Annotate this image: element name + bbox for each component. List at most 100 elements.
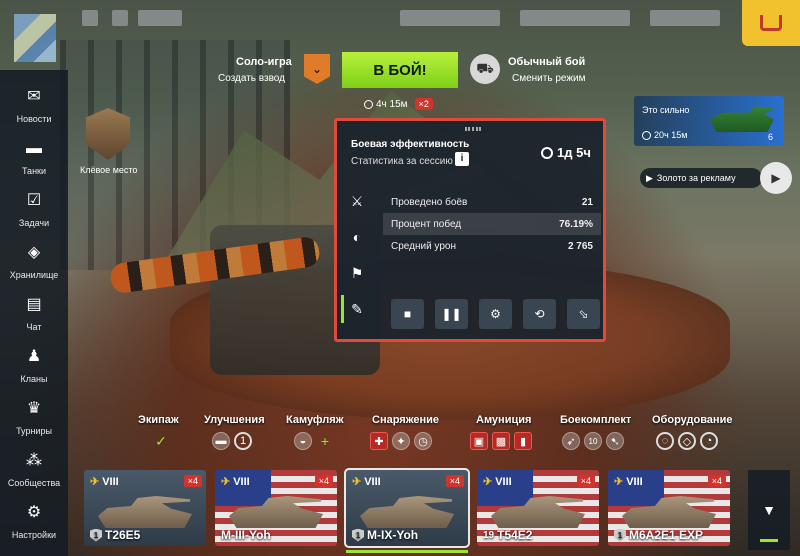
session-duration: 1д 5ч: [541, 145, 591, 160]
chat-icon: ▤: [26, 296, 42, 313]
add-icon[interactable]: +: [316, 432, 334, 450]
he-shell-icon[interactable]: ➷: [606, 432, 624, 450]
avatar-label: Клёвое место: [80, 165, 138, 175]
ammo-label[interactable]: Амуниция: [476, 414, 531, 426]
battle-button[interactable]: В БОЙ!: [342, 52, 458, 88]
shells-label[interactable]: Боекомплект: [560, 414, 631, 426]
blurred-item: [650, 10, 720, 26]
crossed-swords-icon: ⚔: [350, 192, 364, 209]
sidebar-item-news[interactable]: ✉ Новости: [0, 88, 68, 138]
battle-mode-icon[interactable]: ⛟: [470, 54, 500, 84]
tank-tier: ✈ VIII: [90, 475, 119, 489]
repair-kit-icon[interactable]: ✦: [392, 432, 410, 450]
gold-for-ad-button[interactable]: ▶ Золото за рекламу: [640, 168, 762, 188]
panel-tabs: ⚔ ◐ ⚑ ✎: [337, 183, 377, 327]
equipment-slot-icon[interactable]: ◇: [678, 432, 696, 450]
stat-value: 76.19%: [559, 218, 593, 230]
xp-multiplier-badge: ×4: [314, 475, 333, 487]
tank-card-selected[interactable]: ✈ VIII ×4 1 M-IX-Yoh: [344, 468, 470, 548]
blurred-item: [400, 10, 500, 26]
supply-icon[interactable]: ▩: [492, 432, 510, 450]
cart-icon: [760, 15, 782, 31]
crew-label[interactable]: Экипаж: [138, 414, 179, 426]
community-icon: ⁂: [26, 452, 42, 469]
solo-mode-title: Соло-игра: [236, 56, 292, 68]
equipment-label[interactable]: Оборудование: [652, 414, 732, 426]
drag-handle[interactable]: [465, 127, 481, 131]
fuel-icon[interactable]: ▮: [514, 432, 532, 450]
apcr-shell-icon[interactable]: 10: [584, 432, 602, 450]
ammo-box-icon[interactable]: ▣: [470, 432, 488, 450]
sidebar-item-tanks[interactable]: ▬ Танки: [0, 140, 68, 190]
sidebar-item-clans[interactable]: ♟ Кланы: [0, 348, 68, 398]
gear-label[interactable]: Снаряжение: [372, 414, 439, 426]
panel-subtitle: Статистика за сессию: [351, 156, 453, 167]
equipment-slot-icon[interactable]: ◌: [656, 432, 674, 450]
stop-button[interactable]: ■: [391, 299, 424, 329]
battle-mode-title: Обычный бой: [508, 56, 586, 68]
sidebar-item-tasks[interactable]: ☑ Задачи: [0, 192, 68, 242]
equipment-slot-icon[interactable]: ◔: [700, 432, 718, 450]
selected-indicator: [346, 550, 468, 553]
session-stats-panel: Боевая эффективность Статистика за сесси…: [334, 118, 606, 342]
xp-multiplier-badge: ×4: [183, 475, 202, 487]
tank-tier: ✈ VIII: [483, 475, 512, 489]
stat-row: Проведено боёв 21: [383, 191, 601, 213]
tank-tier: ✈ VIII: [221, 475, 250, 489]
watch-ad-button[interactable]: ▶: [760, 162, 792, 194]
tank-card[interactable]: ✈ VIII ×4 19 T54E2: [477, 470, 599, 546]
change-mode-link[interactable]: Сменить режим: [512, 73, 586, 84]
ap-shell-icon[interactable]: ➶: [562, 432, 580, 450]
shell-icons: ➶ 10 ➷: [562, 432, 624, 450]
pause-button[interactable]: ❚❚: [435, 299, 468, 329]
trophy-icon: ♛: [26, 400, 42, 417]
bonus-timer-value: 4ч 15м: [376, 98, 408, 110]
tank-tier: ✈ VIII: [614, 475, 643, 489]
sidebar-item-label: Настройки: [11, 530, 57, 540]
sidebar-item-tournaments[interactable]: ♛ Турниры: [0, 400, 68, 450]
stat-value: 21: [581, 196, 593, 208]
tab-shells[interactable]: ◐: [337, 219, 377, 255]
shop-button[interactable]: [742, 0, 800, 46]
stat-row: Процент побед 76.19%: [383, 213, 601, 235]
upgrades-label[interactable]: Улучшения: [204, 414, 265, 426]
crew-icons: ✓: [152, 432, 170, 450]
mastery-shield-icon: 1: [352, 528, 364, 542]
stat-label: Процент побед: [391, 218, 462, 230]
filter-button[interactable]: ▼: [748, 470, 790, 550]
sidebar-item-settings[interactable]: ⚙ Настройки: [0, 504, 68, 554]
upgrade-level-icon[interactable]: 1: [234, 432, 252, 450]
tank-card[interactable]: ✈ VIII ×4 1 T26E5: [84, 470, 206, 546]
sidebar-item-label: Чат: [26, 322, 42, 332]
tank-image: [98, 496, 192, 528]
camo-label[interactable]: Камуфляж: [286, 414, 344, 426]
create-platoon-link[interactable]: Создать взвод: [218, 73, 285, 84]
tank-card[interactable]: ✈ VIII ×4 M-III-Yoh: [215, 470, 337, 546]
sidebar-item-storage[interactable]: ◈ Хранилище: [0, 244, 68, 294]
settings-button[interactable]: ⚙: [479, 299, 512, 329]
history-button[interactable]: ⟲: [523, 299, 556, 329]
tab-pin[interactable]: ✎: [337, 291, 377, 327]
tank-upgrade-icon[interactable]: ▬: [212, 432, 230, 450]
tank-icon: ▬: [26, 140, 42, 157]
extinguisher-icon[interactable]: ✚: [370, 432, 388, 450]
tab-combat[interactable]: ⚔: [337, 183, 377, 219]
sidebar-item-chat[interactable]: ▤ Чат: [0, 296, 68, 346]
panel-controls: ■ ❚❚ ⚙ ⟲ ⬂: [391, 299, 600, 329]
info-icon[interactable]: i: [455, 152, 469, 166]
gauge-icon[interactable]: ◷: [414, 432, 432, 450]
premium-wing-icon: ✈: [352, 476, 362, 488]
gold-ad-label: Золото за рекламу: [656, 173, 736, 183]
sidebar-item-label: Кланы: [20, 374, 48, 384]
tank-card[interactable]: ✈ VIII ×4 1 M6A2E1 EXP: [608, 470, 730, 546]
equipment-icons: ◌ ◇ ◔: [656, 432, 718, 450]
sidebar-item-communities[interactable]: ⁂ Сообщества: [0, 452, 68, 502]
blurred-item: [112, 10, 128, 26]
camo-icon[interactable]: ◒: [294, 432, 312, 450]
play-icon: ▶: [771, 171, 781, 185]
mail-icon: ✉: [27, 88, 41, 105]
panel-title: Боевая эффективность: [351, 139, 470, 150]
minimize-button[interactable]: ⬂: [567, 299, 600, 329]
tab-awards[interactable]: ⚑: [337, 255, 377, 291]
session-duration-value: 1д 5ч: [557, 145, 591, 160]
